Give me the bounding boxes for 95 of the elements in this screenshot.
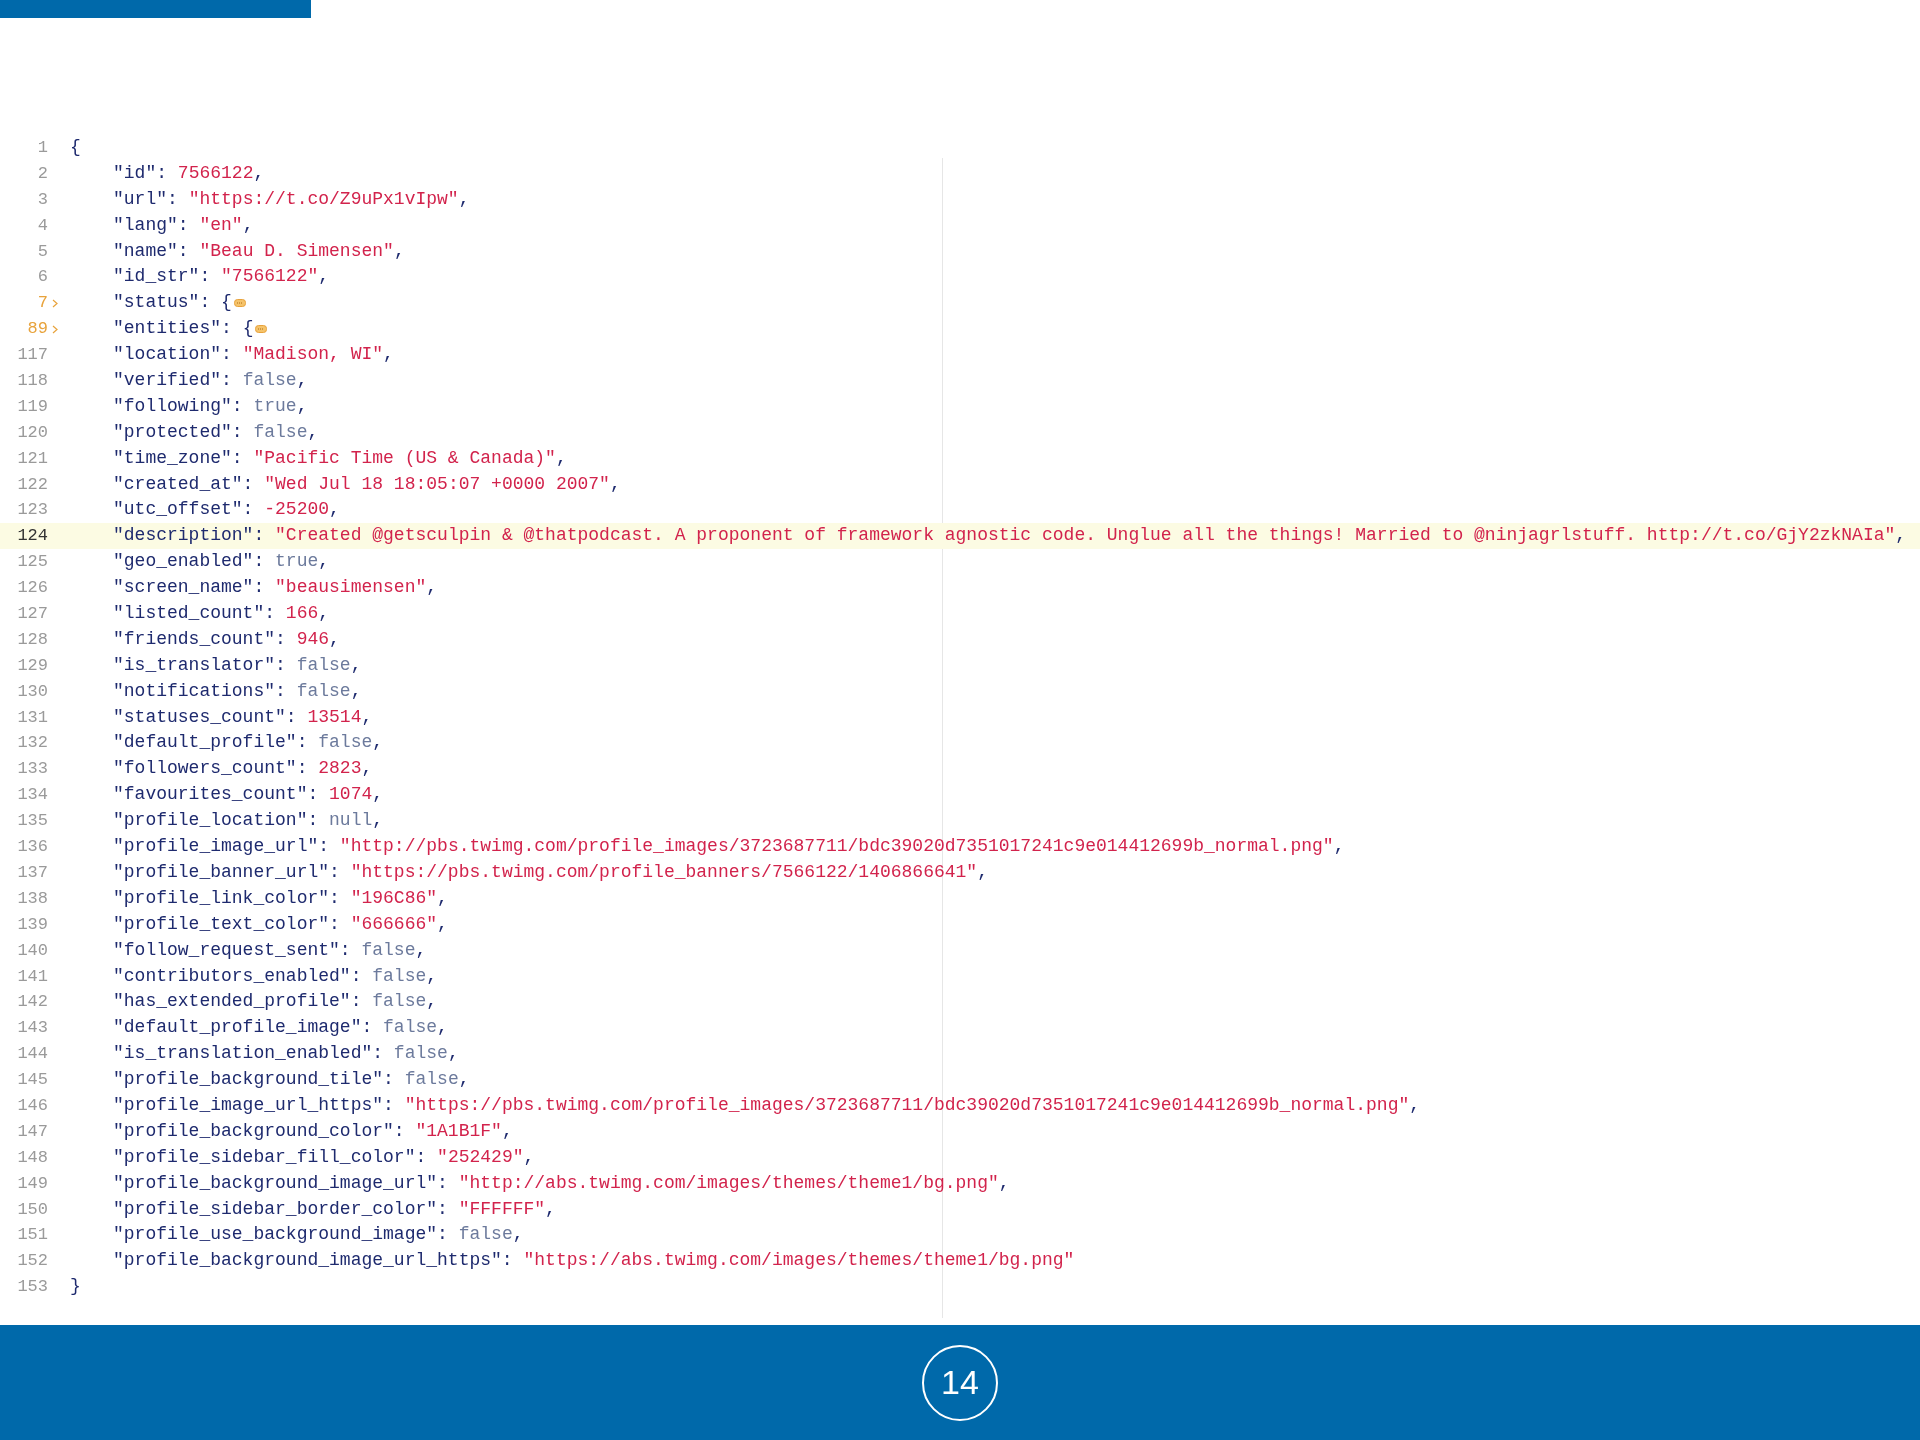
- line-number: 121: [16, 447, 48, 470]
- code-line: "id": 7566122,: [112, 161, 265, 185]
- line-number: 133: [16, 758, 48, 781]
- line-number: 131: [16, 706, 48, 729]
- line-number: 120: [16, 421, 48, 444]
- code-line: "follow_request_sent": false,: [112, 938, 427, 962]
- line-number: 125: [16, 551, 48, 574]
- code-line: "lang": "en",: [112, 213, 254, 237]
- page-number: 14: [922, 1344, 998, 1421]
- line-number: 130: [16, 680, 48, 703]
- code-line: {: [70, 136, 81, 159]
- line-number: 138: [16, 887, 48, 910]
- line-number: 140: [16, 939, 48, 962]
- line-number: 132: [16, 732, 48, 755]
- code-line: "location": "Madison, WI",: [112, 343, 394, 367]
- line-number: 139: [16, 913, 48, 936]
- line-number: 2: [36, 162, 48, 185]
- fold-ellipsis-icon[interactable]: [255, 325, 268, 334]
- code-line: }: [70, 1275, 81, 1299]
- code-line: "profile_image_url": "http://pbs.twimg.com/profile_images/3723687711/bdc39020d7351017241c9e014412699b_normal.png",: [112, 835, 1345, 859]
- line-number: 152: [16, 1250, 48, 1273]
- code-line: "name": "Beau D. Simensen",: [112, 239, 405, 263]
- line-number: 117: [16, 344, 48, 367]
- code-line: "notifications": false,: [112, 679, 362, 703]
- line-number: 129: [16, 654, 48, 677]
- code-line: "default_profile_image": false,: [112, 1016, 448, 1040]
- line-number: 124: [16, 525, 48, 548]
- line-number: 126: [16, 577, 48, 600]
- line-number: 144: [16, 1043, 48, 1066]
- line-number: 7: [36, 292, 48, 315]
- line-number: 4: [36, 214, 48, 237]
- line-number: 134: [16, 784, 48, 807]
- line-number: 147: [16, 1120, 48, 1143]
- code-line: "profile_background_color": "1A1B1F",: [112, 1119, 513, 1143]
- line-number: 148: [16, 1146, 48, 1169]
- line-number: 136: [16, 836, 48, 859]
- code-line: "verified": false,: [112, 369, 308, 392]
- chevron-right-icon[interactable]: [52, 298, 58, 308]
- code-line: "contributors_enabled": false,: [112, 964, 438, 988]
- code-line: "profile_use_background_image": false,: [112, 1223, 524, 1247]
- code-line: "profile_sidebar_fill_color": "252429",: [112, 1145, 535, 1169]
- code-line: "default_profile": false,: [112, 731, 384, 755]
- line-number: 6: [36, 266, 48, 289]
- line-number: 137: [16, 861, 48, 884]
- code-line: "has_extended_profile": false,: [112, 990, 438, 1014]
- line-number: 5: [36, 240, 48, 263]
- line-number: 151: [16, 1224, 48, 1247]
- code-line: "is_translation_enabled": false,: [112, 1042, 459, 1066]
- code-line: "profile_location": null,: [112, 809, 384, 833]
- line-number: 119: [16, 395, 48, 418]
- code-line: "profile_background_tile": false,: [112, 1068, 470, 1092]
- code-line: "profile_banner_url": "https://pbs.twimg.com/profile_banners/7566122/1406866641",: [112, 860, 988, 884]
- code-line: "created_at": "Wed Jul 18 18:05:07 +0000 2007",: [112, 472, 621, 496]
- line-number: 3: [36, 188, 48, 211]
- code-line: "statuses_count": 13514,: [112, 705, 373, 729]
- code-line: "protected": false,: [112, 420, 319, 444]
- line-number: 149: [16, 1172, 48, 1195]
- line-number: 153: [16, 1276, 48, 1299]
- line-number: 142: [16, 991, 48, 1014]
- code-line: "id_str": "7566122",: [112, 265, 330, 289]
- code-line: "screen_name": "beausimensen",: [112, 576, 438, 600]
- line-number: 150: [16, 1198, 48, 1221]
- fold-ellipsis-icon[interactable]: [233, 299, 246, 308]
- code-line: "favourites_count": 1074,: [112, 783, 384, 807]
- code-line: "profile_link_color": "196C86",: [112, 886, 448, 910]
- code-line: "url": "https://t.co/Z9uPx1vIpw",: [112, 187, 470, 211]
- line-number: 122: [16, 473, 48, 496]
- code-line: "profile_background_image_url": "http://abs.twimg.com/images/themes/theme1/bg.png",: [112, 1171, 1010, 1195]
- line-number: 141: [16, 965, 48, 988]
- code-line: "time_zone": "Pacific Time (US & Canada)",: [112, 446, 567, 470]
- code-line: "profile_text_color": "666666",: [112, 912, 448, 936]
- code-line: "status": {: [112, 291, 232, 315]
- line-number: 118: [16, 370, 48, 392]
- code-line: "profile_image_url_https": "https://pbs.twimg.com/profile_images/3723687711/bdc39020d7351017241c9e014412699b_normal.png",: [112, 1093, 1421, 1117]
- line-number: 145: [16, 1069, 48, 1092]
- code-line: "listed_count": 166,: [112, 602, 330, 626]
- line-number: 146: [16, 1094, 48, 1117]
- code-line: "profile_sidebar_border_color": "FFFFFF",: [112, 1197, 556, 1221]
- code-line: "utc_offset": -25200,: [112, 498, 340, 522]
- line-number: 135: [16, 810, 48, 833]
- code-line: "friends_count": 946,: [112, 627, 340, 651]
- code-line: "followers_count": 2823,: [112, 757, 373, 781]
- code-line: "following": true,: [112, 394, 308, 418]
- code-line: "geo_enabled": true,: [112, 550, 330, 574]
- code-line: "entities": {: [112, 317, 254, 341]
- line-number: 123: [16, 499, 48, 522]
- line-number: 143: [16, 1017, 48, 1040]
- code-line: "is_translator": false,: [112, 653, 362, 677]
- chevron-right-icon[interactable]: [52, 324, 58, 334]
- line-number: 1: [36, 137, 48, 159]
- line-number: 89: [26, 318, 48, 341]
- code-line: "profile_background_image_url_https": "https://abs.twimg.com/images/themes/theme1/bg.png": [112, 1249, 1075, 1273]
- line-number: 128: [16, 628, 48, 651]
- code-line: "description": "Created @getsculpin & @thatpodcast. A proponent of framework agnostic code. Unglue all the things! Married to @ninjagrlstuff. http://t.co/GjY2zkNAIa",: [112, 524, 1907, 548]
- line-number: 127: [16, 603, 48, 626]
